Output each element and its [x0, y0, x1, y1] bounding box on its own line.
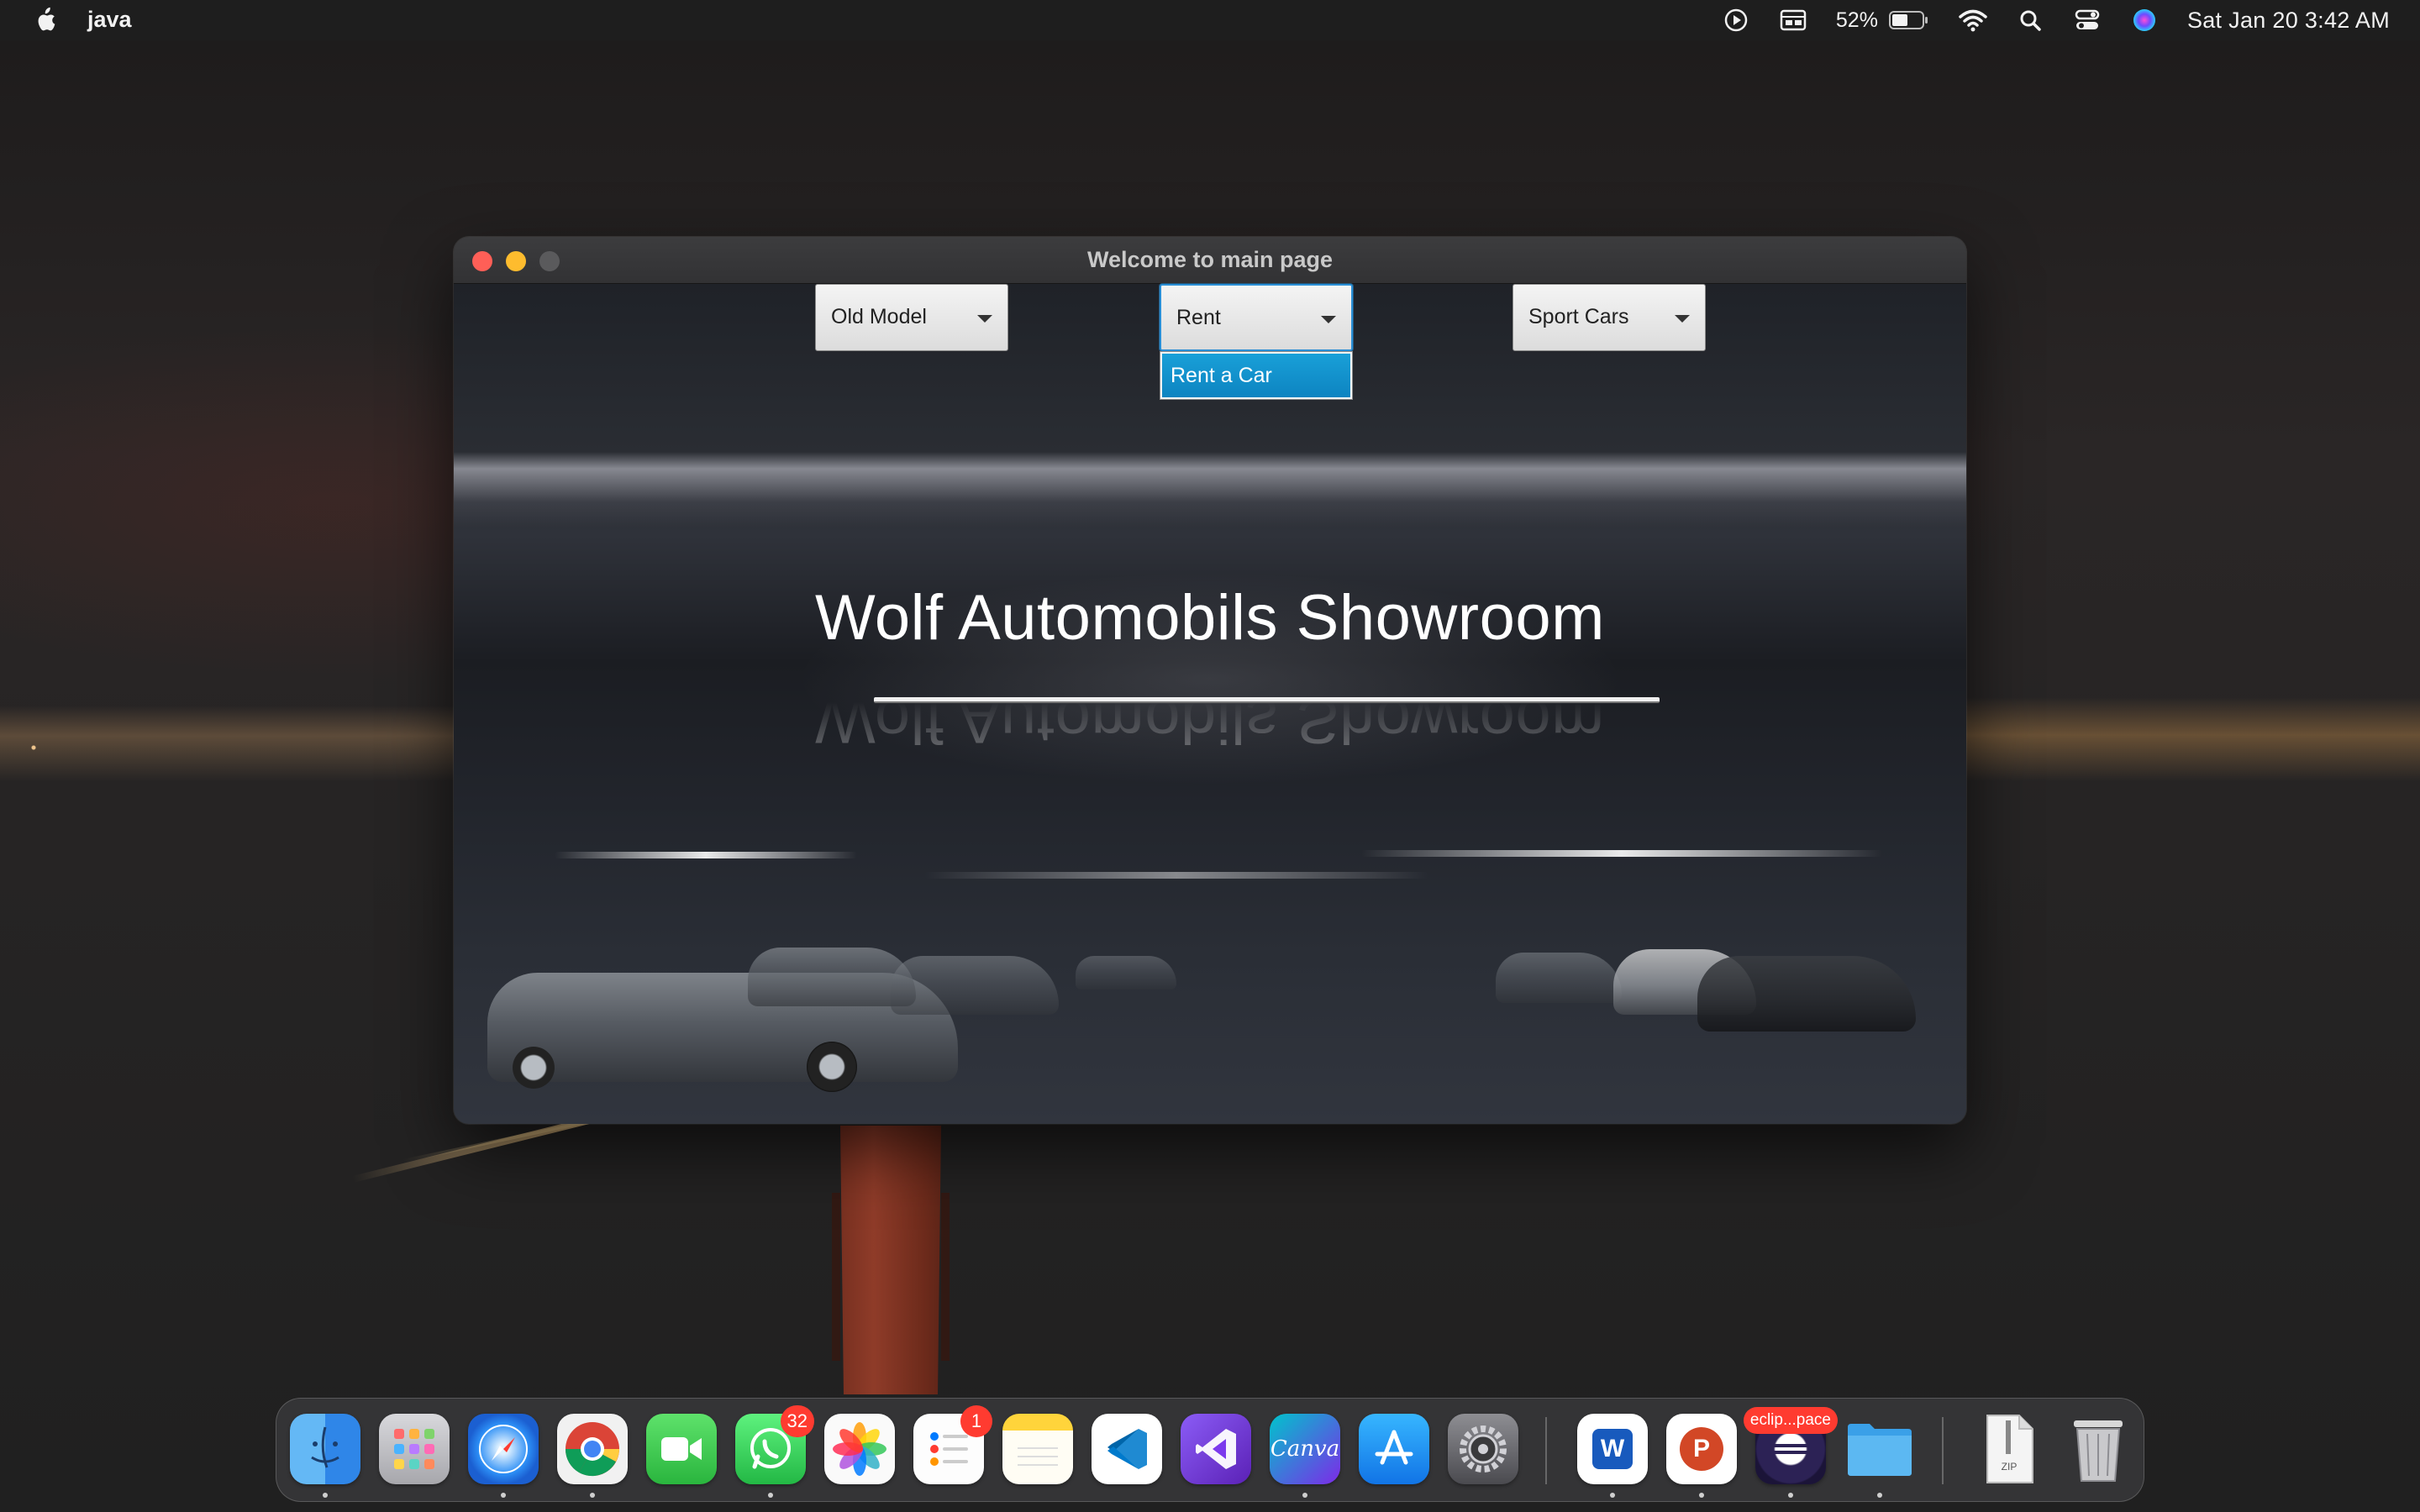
- chevron-down-icon: [1675, 315, 1690, 323]
- ceiling-light: [555, 852, 857, 858]
- folder-icon[interactable]: [1844, 1414, 1915, 1484]
- page-title-reflection: Wolf Automobils Showroom: [815, 685, 1605, 756]
- parked-car: [891, 956, 1059, 1015]
- page-title: Wolf Automobils Showroom: [815, 582, 1605, 654]
- old-model-combo-label: Old Model: [831, 305, 927, 328]
- ceiling-light: [924, 872, 1428, 879]
- rent-combo-label: Rent: [1176, 306, 1221, 329]
- window-title-bar[interactable]: Welcome to main page: [454, 237, 1966, 284]
- running-indicator: [768, 1493, 773, 1498]
- ceiling-light: [1361, 850, 1882, 857]
- canva-icon-label: Canva: [1270, 1436, 1340, 1462]
- parked-car: [1697, 956, 1916, 1032]
- parked-car: [1076, 956, 1176, 990]
- running-indicator: [1610, 1493, 1615, 1498]
- facetime-icon[interactable]: [646, 1414, 717, 1484]
- chrome-icon[interactable]: [557, 1414, 628, 1484]
- photos-icon[interactable]: [824, 1414, 895, 1484]
- wifi-icon[interactable]: [1959, 8, 1987, 33]
- whatsapp-icon[interactable]: 32: [735, 1405, 814, 1484]
- running-indicator: [1699, 1493, 1704, 1498]
- vscode-icon[interactable]: [1092, 1414, 1162, 1484]
- zip-file-icon-label: ZIP: [2001, 1461, 2018, 1473]
- car-wheel: [807, 1042, 857, 1092]
- dock: 32 1 Canva W P eclip...pace ZIP: [276, 1398, 2144, 1502]
- menu-bar: java 52% Sat Jan 20 3:42 AM: [0, 0, 2420, 40]
- sport-cars-combo[interactable]: Sport Cars: [1512, 284, 1706, 351]
- wallpaper-bridge-cross: [832, 1193, 950, 1361]
- running-indicator: [1788, 1493, 1793, 1498]
- notification-badge: 1: [960, 1405, 992, 1437]
- menu-bar-clock[interactable]: Sat Jan 20 3:42 AM: [2187, 8, 2390, 34]
- play-circle-icon[interactable]: [1722, 8, 1750, 33]
- word-icon-label: W: [1592, 1429, 1633, 1469]
- chevron-down-icon: [1321, 316, 1336, 323]
- powerpoint-icon[interactable]: P: [1666, 1414, 1737, 1484]
- battery-percent: 52%: [1835, 8, 1878, 32]
- eclipse-workspace-badge: eclip...pace: [1743, 1407, 1838, 1434]
- notes-icon[interactable]: [1002, 1414, 1073, 1484]
- apple-icon[interactable]: [32, 5, 59, 35]
- launchpad-icon[interactable]: [379, 1414, 450, 1484]
- running-indicator: [1877, 1493, 1882, 1498]
- parked-car: [1496, 953, 1622, 1003]
- rent-combo[interactable]: Rent: [1160, 284, 1353, 351]
- running-indicator: [1302, 1493, 1307, 1498]
- safari-icon[interactable]: [468, 1414, 539, 1484]
- wallpaper-city-lights-left: [0, 706, 471, 781]
- siri-icon[interactable]: [2130, 8, 2159, 33]
- rent-dropdown-list: Rent a Car: [1160, 351, 1353, 400]
- app-window: Welcome to main page Old Model Rent Spor…: [454, 237, 1966, 1124]
- sport-cars-combo-label: Sport Cars: [1528, 305, 1629, 328]
- running-indicator: [323, 1493, 328, 1498]
- dropdown-item-rent-a-car[interactable]: Rent a Car: [1162, 354, 1350, 397]
- old-model-combo[interactable]: Old Model: [815, 284, 1008, 351]
- settings-icon[interactable]: [1448, 1414, 1518, 1484]
- visual-studio-icon[interactable]: [1181, 1414, 1251, 1484]
- running-indicator: [590, 1493, 595, 1498]
- search-icon[interactable]: [2016, 8, 2044, 33]
- dock-separator: [1942, 1417, 1944, 1484]
- dock-separator: [1545, 1417, 1547, 1484]
- reminders-icon[interactable]: 1: [913, 1405, 992, 1484]
- display-icon[interactable]: [1779, 8, 1807, 33]
- window-title: Welcome to main page: [1086, 247, 1334, 272]
- control-center-icon[interactable]: [2073, 8, 2102, 33]
- car-wheel: [513, 1047, 555, 1089]
- word-icon[interactable]: W: [1577, 1414, 1648, 1484]
- canva-icon[interactable]: Canva: [1270, 1414, 1340, 1484]
- notification-badge: 32: [780, 1405, 814, 1437]
- chevron-down-icon: [977, 315, 992, 323]
- finder-icon[interactable]: [290, 1414, 360, 1484]
- trash-icon[interactable]: [2063, 1414, 2133, 1484]
- powerpoint-icon-label: P: [1680, 1427, 1723, 1471]
- running-indicator: [501, 1493, 506, 1498]
- wallpaper-city-lights-right: [1966, 697, 2420, 781]
- menu-bar-status-area: 52% Sat Jan 20 3:42 AM: [1722, 0, 2390, 40]
- eclipse-icon[interactable]: eclip...pace: [1743, 1407, 1838, 1484]
- battery-icon[interactable]: [1888, 8, 1930, 33]
- zip-file-icon[interactable]: ZIP: [1974, 1414, 2044, 1484]
- active-app-name[interactable]: java: [87, 7, 132, 33]
- app-store-icon[interactable]: [1359, 1414, 1429, 1484]
